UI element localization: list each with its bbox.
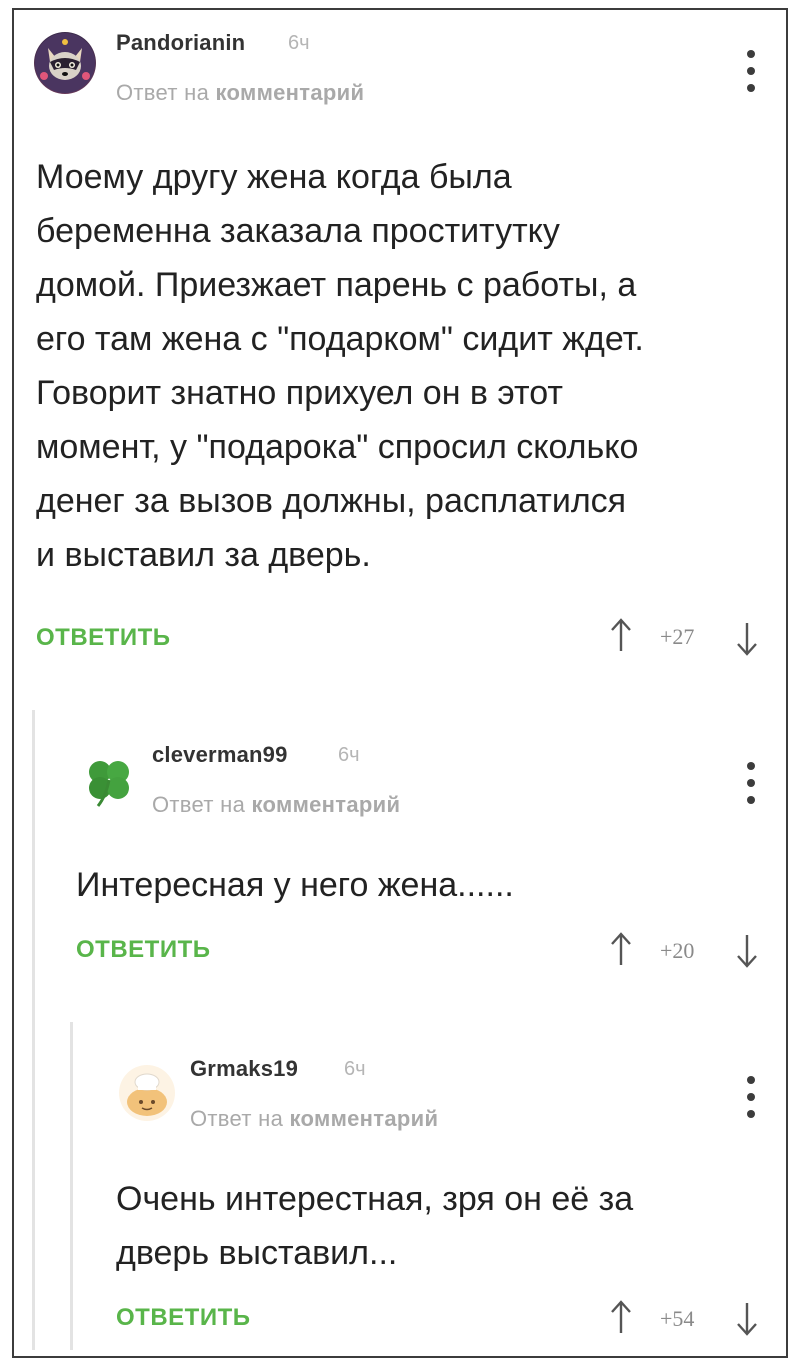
comment-line: и выставил за дверь.: [36, 536, 371, 574]
comment-2: cleverman99 6ч Ответ на комментарий Инте…: [14, 710, 786, 1010]
comment-line: дверь выставил...: [116, 1234, 398, 1272]
comment-line: его там жена с "подарком" сидит ждет.: [36, 320, 644, 358]
reply-button[interactable]: ОТВЕТИТЬ: [116, 1304, 251, 1332]
arrow-up-icon[interactable]: [610, 932, 632, 966]
comment-3: Grmaks19 6ч Ответ на комментарий Очень и…: [14, 1022, 786, 1352]
comment-time: 6ч: [338, 744, 360, 766]
comment-author[interactable]: Grmaks19: [190, 1056, 298, 1082]
comment-line: домой. Приезжает парень с работы, а: [36, 266, 637, 304]
comment-line: беременна заказала проститутку: [36, 212, 560, 250]
comment-body: Интересная у него жена......: [76, 858, 776, 912]
comment-1: Pandorianin 6ч Ответ на комментарий Моем…: [14, 10, 786, 690]
reply-button[interactable]: ОТВЕТИТЬ: [36, 624, 171, 652]
chef-avatar-icon[interactable]: [118, 1064, 176, 1122]
rating-count: +54: [660, 1306, 695, 1331]
rating-count: +20: [660, 938, 695, 963]
clover-avatar-icon[interactable]: [80, 752, 138, 810]
reply-to-prefix: Ответ на: [116, 80, 216, 105]
comment-line: Говорит знатно прихуел он в этот: [36, 374, 563, 412]
more-vertical-icon[interactable]: [744, 50, 758, 92]
reply-to-label[interactable]: Ответ на комментарий: [116, 80, 364, 106]
more-vertical-icon[interactable]: [744, 1076, 758, 1118]
reply-button[interactable]: ОТВЕТИТЬ: [76, 936, 211, 964]
reply-to-link[interactable]: комментарий: [216, 80, 365, 105]
comment-line: денег за вызов должны, расплатился: [36, 482, 627, 520]
reply-to-prefix: Ответ на: [152, 792, 252, 817]
reply-to-label[interactable]: Ответ на комментарий: [152, 792, 400, 818]
comment-line: момент, у "подарока" спросил сколько: [36, 428, 639, 466]
comment-author[interactable]: Pandorianin: [116, 30, 245, 56]
raccoon-avatar-icon[interactable]: [34, 32, 96, 94]
reply-to-prefix: Ответ на: [190, 1106, 290, 1131]
comment-line: Интересная у него жена......: [76, 866, 514, 904]
rating-count: +27: [660, 624, 695, 649]
comment-line: Очень интерестная, зря он её за: [116, 1180, 634, 1218]
arrow-up-icon[interactable]: [610, 618, 632, 652]
arrow-down-icon[interactable]: [736, 1302, 758, 1336]
comment-time: 6ч: [344, 1058, 366, 1080]
reply-to-link[interactable]: комментарий: [252, 792, 401, 817]
comment-body: Моему другу жена когда была беременна за…: [36, 150, 776, 582]
comment-author[interactable]: cleverman99: [152, 742, 288, 768]
more-vertical-icon[interactable]: [744, 762, 758, 804]
comment-thread: Pandorianin 6ч Ответ на комментарий Моем…: [12, 8, 788, 1358]
arrow-up-icon[interactable]: [610, 1300, 632, 1334]
comment-line: Моему другу жена когда была: [36, 158, 512, 196]
reply-to-link[interactable]: комментарий: [290, 1106, 439, 1131]
arrow-down-icon[interactable]: [736, 622, 758, 656]
comment-body: Очень интерестная, зря он её за дверь вы…: [116, 1172, 776, 1280]
arrow-down-icon[interactable]: [736, 934, 758, 968]
comment-time: 6ч: [288, 32, 310, 54]
reply-to-label[interactable]: Ответ на комментарий: [190, 1106, 438, 1132]
